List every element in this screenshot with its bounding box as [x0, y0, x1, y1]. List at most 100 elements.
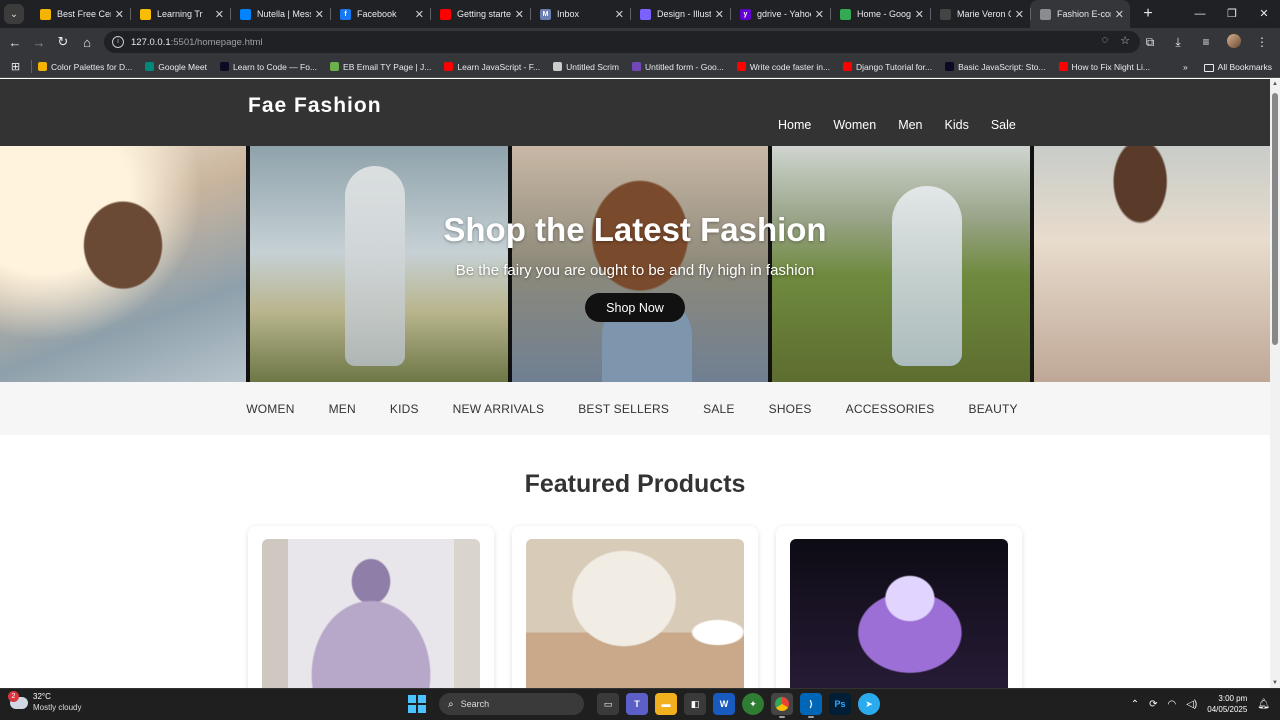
scroll-thumb[interactable] [1272, 93, 1278, 345]
scroll-down-icon[interactable]: ▼ [1270, 680, 1280, 686]
forward-icon[interactable]: → [27, 35, 51, 50]
bookmark-item[interactable]: Color Palettes for D... [38, 62, 132, 72]
clock[interactable]: 3:00 pm 04/05/2025 [1207, 693, 1247, 715]
scroll-up-icon[interactable]: ▲ [1270, 81, 1280, 87]
browser-tab[interactable]: Best Free Certi ✕ [30, 0, 130, 28]
tab-close-icon[interactable]: ✕ [615, 8, 624, 21]
nav-kids[interactable]: Kids [945, 118, 969, 132]
shop-now-button[interactable]: Shop Now [585, 293, 685, 322]
vscode-icon[interactable]: ⟩ [800, 693, 822, 718]
eye-off-icon[interactable]: ◌ [1102, 34, 1109, 47]
product-card[interactable] [776, 526, 1022, 688]
new-tab-button[interactable]: + [1138, 5, 1158, 23]
product-card[interactable] [248, 526, 494, 688]
bookmark-item[interactable]: Write code faster in... [736, 62, 830, 72]
nav-men[interactable]: Men [898, 118, 922, 132]
bookmark-item[interactable]: Learn to Code — Fo... [219, 62, 317, 72]
home-icon[interactable]: ⌂ [75, 35, 99, 50]
browser-tab[interactable]: Learning Tr ✕ [130, 0, 230, 28]
category-accessories[interactable]: ACCESSORIES [846, 402, 935, 416]
site-logo[interactable]: Fae Fashion [248, 94, 382, 118]
browser-tab[interactable]: Marie Veron C ✕ [930, 0, 1030, 28]
browser-tab[interactable]: Fashion E-comm ✕ [1030, 0, 1130, 28]
browser-tab[interactable]: Home - Googl ✕ [830, 0, 930, 28]
bookmark-item[interactable]: Learn JavaScript - F... [444, 62, 540, 72]
all-bookmarks-button[interactable]: All Bookmarks [1203, 62, 1272, 72]
tab-close-icon[interactable]: ✕ [315, 8, 324, 21]
category-sale[interactable]: SALE [703, 402, 735, 416]
tab-search-icon[interactable]: ⌄ [4, 4, 24, 24]
tab-close-icon[interactable]: ✕ [915, 8, 924, 21]
download-icon[interactable]: ⤓ [1166, 35, 1190, 50]
bookmark-item[interactable]: EB Email TY Page | J... [330, 62, 431, 72]
bookmark-item[interactable]: Basic JavaScript: Sto... [945, 62, 1046, 72]
browser-tab[interactable]: f Facebook ✕ [330, 0, 430, 28]
product-card[interactable] [512, 526, 758, 688]
menu-kebab-icon[interactable]: ⋮ [1250, 35, 1274, 49]
windows-start-icon[interactable] [408, 695, 426, 713]
tab-close-icon[interactable]: ✕ [515, 8, 524, 21]
tab-close-icon[interactable]: ✕ [715, 8, 724, 21]
category-shoes[interactable]: SHOES [769, 402, 812, 416]
category-best-sellers[interactable]: BEST SELLERS [578, 402, 669, 416]
weather-widget[interactable]: 2 32°C Mostly cloudy [8, 690, 81, 713]
nav-women[interactable]: Women [833, 118, 876, 132]
bookmark-favicon-icon [330, 62, 340, 71]
task-view-icon[interactable]: ▭ [597, 693, 619, 715]
wifi-icon[interactable]: ◠ [1167, 699, 1176, 710]
volume-icon[interactable]: ◁) [1186, 699, 1197, 710]
browser-tab[interactable]: Design - Illustr ✕ [630, 0, 730, 28]
browser-tab[interactable]: Nutella | Messe ✕ [230, 0, 330, 28]
close-window-icon[interactable]: ✕ [1248, 0, 1280, 28]
tab-close-icon[interactable]: ✕ [1015, 8, 1024, 21]
tab-close-icon[interactable]: ✕ [815, 8, 824, 21]
file-explorer-icon[interactable]: ▬ [655, 693, 677, 715]
category-women[interactable]: WOMEN [246, 402, 294, 416]
back-icon[interactable]: ← [3, 35, 27, 50]
bookmark-star-icon[interactable]: ☆ [1120, 34, 1130, 47]
profile-avatar[interactable] [1222, 33, 1246, 51]
tab-close-icon[interactable]: ✕ [115, 8, 124, 21]
browser-tab[interactable]: M Inbox ✕ [530, 0, 630, 28]
page-scrollbar[interactable]: ▲ ▼ [1270, 79, 1280, 688]
tab-close-icon[interactable]: ✕ [215, 8, 224, 21]
tray-overflow-icon[interactable]: ⌃ [1131, 699, 1139, 710]
category-beauty[interactable]: BEAUTY [969, 402, 1018, 416]
tab-close-icon[interactable]: ✕ [415, 8, 424, 21]
media-icon[interactable]: ≡ [1194, 35, 1218, 49]
product-image[interactable] [262, 539, 480, 688]
address-bar[interactable]: i 127.0.0.1:5501/homepage.html ◌ ☆ [104, 31, 1140, 53]
reload-icon[interactable]: ↻ [51, 34, 75, 50]
bookmarks-overflow-icon[interactable]: » [1183, 62, 1188, 72]
notifications-bell-icon[interactable]: 🔔︎ [1257, 699, 1270, 710]
teams-icon[interactable]: T [626, 693, 648, 715]
green-app-icon[interactable]: ✦ [742, 693, 764, 715]
category-new-arrivals[interactable]: NEW ARRIVALS [453, 402, 545, 416]
bookmark-item[interactable]: Django Tutorial for... [843, 62, 932, 72]
telegram-icon[interactable]: ➤ [858, 693, 880, 715]
sync-icon[interactable]: ⟳ [1149, 699, 1157, 710]
product-image[interactable] [790, 539, 1008, 688]
word-icon[interactable]: W [713, 693, 735, 715]
minimize-icon[interactable]: — [1184, 0, 1216, 28]
nav-sale[interactable]: Sale [991, 118, 1016, 132]
bookmark-item[interactable]: How to Fix Night Li... [1058, 62, 1150, 72]
photoshop-icon[interactable]: Ps [829, 693, 851, 715]
bookmark-item[interactable]: Untitled Scrim [553, 62, 619, 72]
restore-icon[interactable]: ❐ [1216, 0, 1248, 28]
browser-tab[interactable]: Getting started ✕ [430, 0, 530, 28]
site-info-icon[interactable]: i [112, 36, 124, 48]
category-men[interactable]: MEN [329, 402, 356, 416]
product-image[interactable] [526, 539, 744, 688]
chrome-icon[interactable] [771, 693, 793, 718]
bookmark-item[interactable]: Untitled form - Goo... [631, 62, 724, 72]
extensions-icon[interactable]: ⧉ [1138, 35, 1162, 50]
taskbar-search[interactable]: ⌕ Search [439, 693, 584, 715]
browser-tab[interactable]: y gdrive - Yahoo ✕ [730, 0, 830, 28]
category-kids[interactable]: KIDS [390, 402, 419, 416]
tab-close-icon[interactable]: ✕ [1115, 8, 1124, 21]
apps-grid-icon[interactable]: ⊞ [0, 60, 32, 73]
bookmark-item[interactable]: Google Meet [145, 62, 207, 72]
nav-home[interactable]: Home [778, 118, 811, 132]
store-icon[interactable]: ◧ [684, 693, 706, 715]
